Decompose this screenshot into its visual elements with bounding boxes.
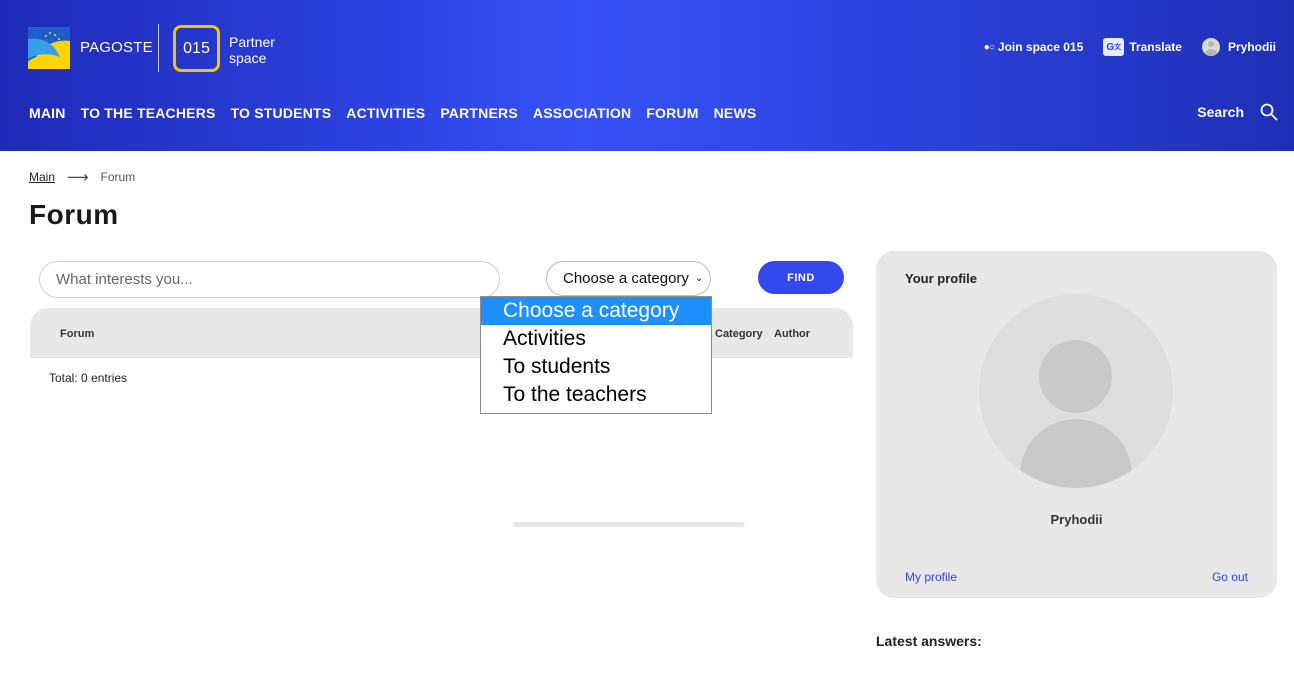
breadcrumb-current: Forum (100, 170, 136, 184)
space-label: Partner space (229, 34, 275, 66)
breadcrumb-home-link[interactable]: Main (29, 170, 55, 184)
nav-item-students[interactable]: TO STUDENTS (231, 105, 332, 121)
page-title: Forum (29, 199, 119, 230)
forum-search-input[interactable] (39, 261, 500, 298)
nav-item-partners[interactable]: PARTNERS (440, 105, 518, 121)
nav-item-activities[interactable]: ACTIVITIES (346, 105, 425, 121)
find-button[interactable]: FIND (758, 261, 844, 294)
breadcrumb: Main ⟶ Forum (29, 168, 135, 186)
user-name: Pryhodii (1227, 40, 1276, 54)
header-search-label: Search (1197, 104, 1244, 120)
space-label-line1: Partner (229, 34, 275, 50)
avatar-head-shape (1039, 340, 1112, 413)
nav-item-forum[interactable]: FORUM (646, 105, 698, 121)
profile-title: Your profile (905, 271, 977, 286)
latest-answers-heading: Latest answers: (876, 633, 982, 649)
header-search[interactable]: Search (1197, 103, 1278, 121)
space-label-line2: space (229, 50, 267, 66)
column-header-category[interactable]: Category (715, 328, 763, 340)
site-header: PAGOSTE 015 Partner space ●○ Join space … (0, 0, 1294, 151)
category-select[interactable]: Choose a category ⌄ (546, 261, 711, 296)
go-out-link[interactable]: Go out (1212, 570, 1248, 584)
chevron-down-icon: ⌄ (694, 273, 704, 284)
column-header-forum[interactable]: Forum (60, 328, 94, 340)
translate-icon: G文 (1103, 38, 1125, 56)
toggle-dots-icon: ●○ (983, 41, 995, 53)
category-option-all[interactable]: Choose a category (481, 297, 711, 325)
category-dropdown: Choose a category Activities To students… (480, 296, 712, 414)
nav-item-teachers[interactable]: TO THE TEACHERS (81, 105, 216, 121)
brand-divider (158, 24, 159, 72)
nav-item-association[interactable]: ASSOCIATION (533, 105, 631, 121)
category-option-activities[interactable]: Activities (481, 325, 711, 353)
nav-item-news[interactable]: NEWS (714, 105, 757, 121)
my-profile-link[interactable]: My profile (905, 570, 957, 584)
breadcrumb-arrow-icon: ⟶ (67, 169, 89, 186)
nav-item-main[interactable]: MAIN (29, 105, 66, 121)
join-space-link[interactable]: ●○ Join space 015 (984, 40, 1083, 54)
header-actions: ●○ Join space 015 G文 Translate Pryhodii (964, 38, 1276, 56)
search-icon (1260, 103, 1278, 121)
profile-card: Your profile Pryhodii My profile Go out (876, 251, 1277, 598)
translate-button[interactable]: G文 Translate (1103, 38, 1182, 56)
profile-name: Pryhodii (1050, 512, 1103, 527)
category-option-students[interactable]: To students (481, 353, 711, 381)
profile-avatar (979, 294, 1173, 488)
join-space-label: Join space 015 (997, 40, 1084, 54)
category-select-value: Choose a category (563, 270, 689, 287)
user-avatar-icon (1201, 38, 1220, 56)
column-header-author[interactable]: Author (774, 328, 810, 340)
pagoste-logo-icon[interactable] (28, 27, 70, 69)
category-option-teachers[interactable]: To the teachers (481, 381, 711, 409)
main-nav: MAIN TO THE TEACHERS TO STUDENTS ACTIVIT… (29, 105, 771, 121)
forum-table-header: Forum Category Author (30, 308, 853, 358)
avatar-body-shape (1020, 419, 1132, 488)
space-number-badge[interactable]: 015 (173, 25, 220, 72)
horizontal-scrollbar[interactable] (513, 522, 745, 527)
brand-name[interactable]: PAGOSTE (80, 39, 153, 56)
total-entries: Total: 0 entries (49, 371, 128, 385)
user-menu[interactable]: Pryhodii (1201, 38, 1276, 56)
translate-label: Translate (1129, 40, 1182, 54)
